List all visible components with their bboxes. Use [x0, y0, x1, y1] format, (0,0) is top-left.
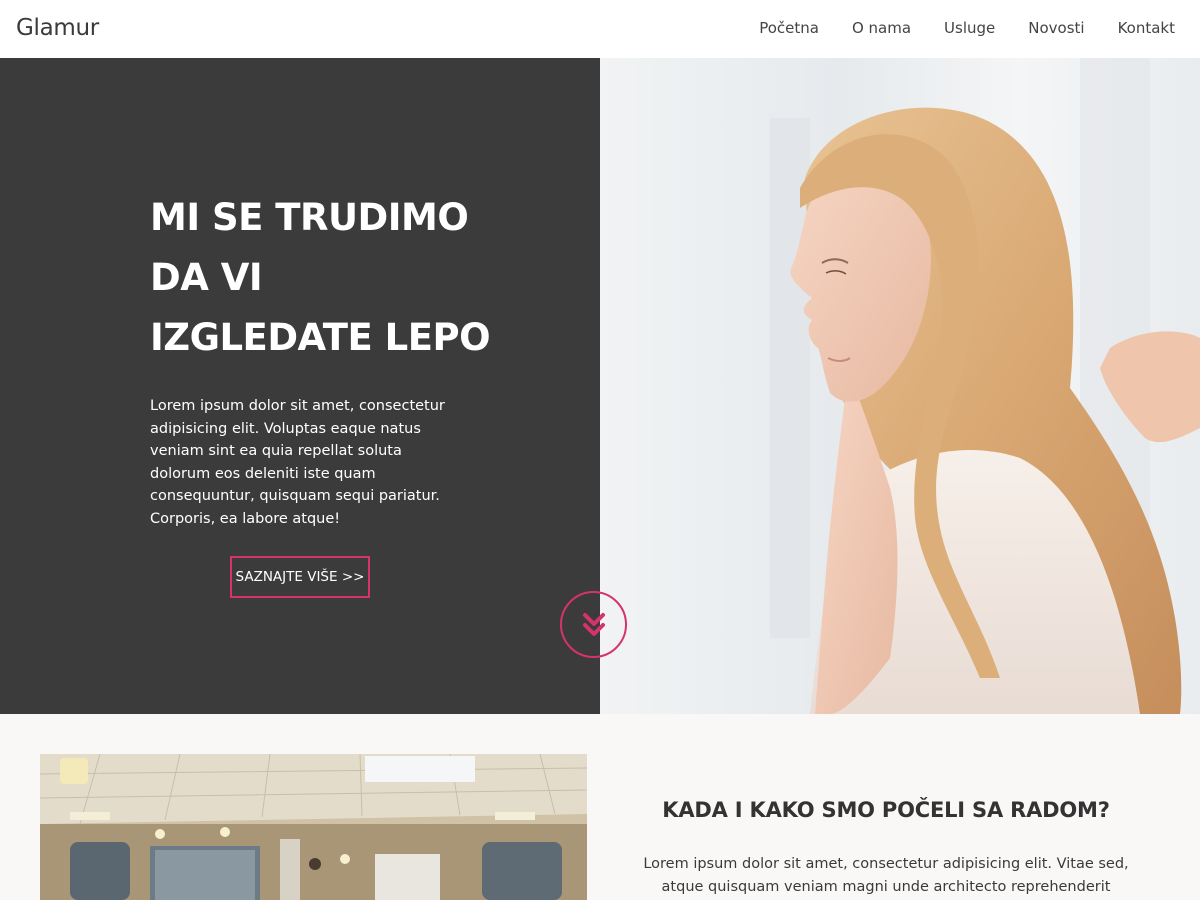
about-description: Lorem ipsum dolor sit amet, consectetur … [643, 856, 1129, 895]
hero-image [600, 58, 1200, 714]
about-title: KADA I KAKO SMO POČELI SA RADOM? [662, 798, 1110, 822]
scroll-down-button[interactable] [560, 591, 627, 658]
nav-link-pocetna[interactable]: Početna [759, 19, 819, 37]
main-nav: Početna O nama Usluge Novosti Kontakt [759, 19, 1175, 37]
nav-link-kontakt[interactable]: Kontakt [1118, 19, 1175, 37]
nav-link-o-nama[interactable]: O nama [852, 19, 911, 37]
learn-more-button[interactable]: SAZNAJTE VIŠE >> [230, 556, 370, 598]
double-chevron-down-icon [582, 612, 605, 636]
site-logo[interactable]: Glamur [16, 15, 99, 41]
salon-interior-image [40, 754, 587, 900]
hero-title-line-1: MI SE TRUDIMO [150, 196, 469, 239]
hero-description: Lorem ipsum dolor sit amet, consectetur … [150, 398, 445, 527]
about-section: KADA I KAKO SMO POČELI SA RADOM? Lorem i… [0, 714, 1200, 900]
hero-title: MI SE TRUDIMO DA VI IZGLEDATE LEPO [150, 188, 530, 368]
nav-link-novosti[interactable]: Novosti [1028, 19, 1084, 37]
hero-title-line-2: DA VI [150, 256, 263, 299]
nav-link-usluge[interactable]: Usluge [944, 19, 995, 37]
site-header: Glamur Početna O nama Usluge Novosti Kon… [0, 0, 1200, 58]
hero-section: MI SE TRUDIMO DA VI IZGLEDATE LEPO Lorem… [0, 58, 1200, 714]
hero-title-line-3: IZGLEDATE LEPO [150, 316, 491, 359]
salon-interior-photo [40, 754, 587, 900]
woman-hair-photo [600, 58, 1200, 714]
hero-text-panel: MI SE TRUDIMO DA VI IZGLEDATE LEPO Lorem… [0, 58, 600, 714]
